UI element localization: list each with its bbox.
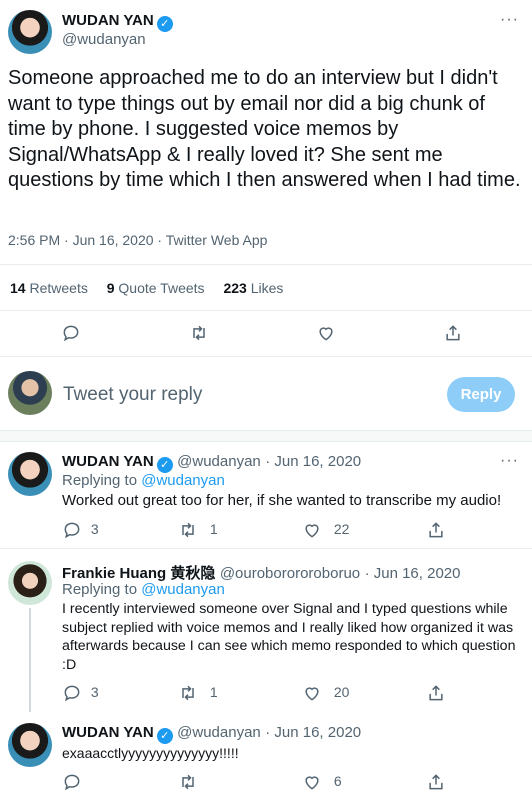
replying-to-link[interactable]: @wudanyan: [141, 581, 225, 598]
retweets-count: 14: [10, 280, 26, 296]
retweet-action[interactable]: 1: [178, 683, 218, 703]
quotes-stat[interactable]: 9 Quote Tweets: [107, 280, 205, 296]
reply-action[interactable]: 3: [62, 683, 99, 703]
tweet-text: Someone approached me to do an interview…: [8, 67, 521, 191]
like-action[interactable]: 20: [302, 683, 349, 703]
likes-count: 223: [223, 280, 247, 296]
likes-stat[interactable]: 223 Likes: [223, 280, 283, 296]
share-icon[interactable]: [426, 772, 446, 792]
more-options-icon[interactable]: ···: [500, 452, 519, 470]
divider: [0, 310, 532, 311]
verified-badge-icon: ✓: [156, 728, 173, 744]
tweet-date[interactable]: · Jun 16, 2020: [265, 724, 361, 741]
reply-action[interactable]: 3: [62, 520, 99, 540]
share-icon[interactable]: [426, 520, 446, 540]
current-user-avatar[interactable]: [8, 371, 52, 415]
author-handle[interactable]: @wudanyan: [177, 453, 261, 470]
likes-label: Likes: [250, 280, 284, 296]
reply-header: Frankie Huang 黄秋隐 @ouroborororoboruo · J…: [62, 562, 460, 583]
reply-button[interactable]: Reply: [447, 377, 515, 412]
verified-badge-icon: ✓: [156, 16, 173, 32]
retweet-icon[interactable]: [189, 323, 209, 343]
like-action[interactable]: 6: [302, 772, 342, 792]
share-icon[interactable]: [443, 323, 463, 343]
like-count: 6: [333, 772, 342, 789]
reply-input[interactable]: Tweet your reply: [63, 384, 202, 406]
section-separator: [0, 430, 532, 442]
divider: [0, 548, 532, 549]
author-handle[interactable]: @wudanyan: [62, 31, 146, 48]
tweet-date[interactable]: · Jun 16, 2020: [265, 453, 361, 470]
quotes-label: Quote Tweets: [118, 280, 205, 296]
like-count: 22: [333, 520, 350, 537]
reply-icon: [62, 520, 82, 540]
like-count: 20: [333, 683, 350, 700]
reply-count: 3: [90, 520, 99, 537]
replying-label: Replying to: [62, 472, 138, 489]
divider: [0, 264, 532, 265]
author-handle[interactable]: @wudanyan: [177, 724, 261, 741]
reply-icon[interactable]: [61, 323, 81, 343]
quotes-count: 9: [106, 280, 115, 296]
retweets-stat[interactable]: 14 Retweets: [10, 280, 88, 296]
like-action[interactable]: 22: [302, 520, 349, 540]
retweet-action[interactable]: 1: [178, 520, 218, 540]
avatar[interactable]: [8, 452, 52, 496]
tweet-text: I recently interviewed someone over Sign…: [62, 601, 516, 673]
reply-count: 3: [90, 683, 99, 700]
like-icon[interactable]: [316, 323, 336, 343]
author-name-row: WUDAN YAN ✓: [62, 12, 173, 32]
avatar[interactable]: [8, 561, 52, 605]
tweet-text: exaaacctlyyyyyyyyyyyyyy!!!!!: [62, 745, 239, 761]
divider: [0, 356, 532, 357]
reply-icon[interactable]: [62, 772, 82, 792]
tweet-text: Worked out great too for her, if she wan…: [62, 492, 502, 509]
avatar[interactable]: [8, 10, 52, 54]
thread-line: [29, 608, 31, 712]
like-icon: [302, 772, 322, 792]
tweet-date[interactable]: · Jun 16, 2020: [365, 565, 461, 582]
reply-icon: [62, 683, 82, 703]
retweet-count: 1: [209, 520, 218, 537]
verified-badge-icon: ✓: [156, 457, 173, 473]
retweet-icon[interactable]: [178, 772, 198, 792]
replying-to: Replying to @wudanyan: [62, 581, 225, 598]
replying-to-link[interactable]: @wudanyan: [141, 472, 225, 489]
reply-header: WUDAN YAN ✓ @wudanyan · Jun 16, 2020: [62, 724, 361, 744]
more-options-icon[interactable]: ···: [500, 11, 519, 29]
retweet-icon: [178, 520, 198, 540]
like-icon: [302, 520, 322, 540]
author-name[interactable]: Frankie Huang 黄秋隐: [62, 565, 215, 582]
avatar[interactable]: [8, 723, 52, 767]
author-handle[interactable]: @ouroborororoboruo: [220, 565, 360, 582]
retweet-count: 1: [209, 683, 218, 700]
author-name[interactable]: WUDAN YAN: [62, 724, 154, 741]
retweet-icon: [178, 683, 198, 703]
reply-header: WUDAN YAN ✓ @wudanyan · Jun 16, 2020: [62, 453, 361, 473]
retweets-label: Retweets: [29, 280, 88, 296]
author-name[interactable]: WUDAN YAN: [62, 453, 154, 470]
author-name[interactable]: WUDAN YAN: [62, 12, 154, 29]
tweet-timestamp[interactable]: 2:56 PM · Jun 16, 2020 · Twitter Web App: [8, 232, 267, 248]
stats-row: 14 Retweets 9 Quote Tweets 223 Likes: [10, 280, 283, 296]
replying-to: Replying to @wudanyan: [62, 472, 225, 489]
share-icon[interactable]: [426, 683, 446, 703]
replying-label: Replying to: [62, 581, 138, 598]
like-icon: [302, 683, 322, 703]
